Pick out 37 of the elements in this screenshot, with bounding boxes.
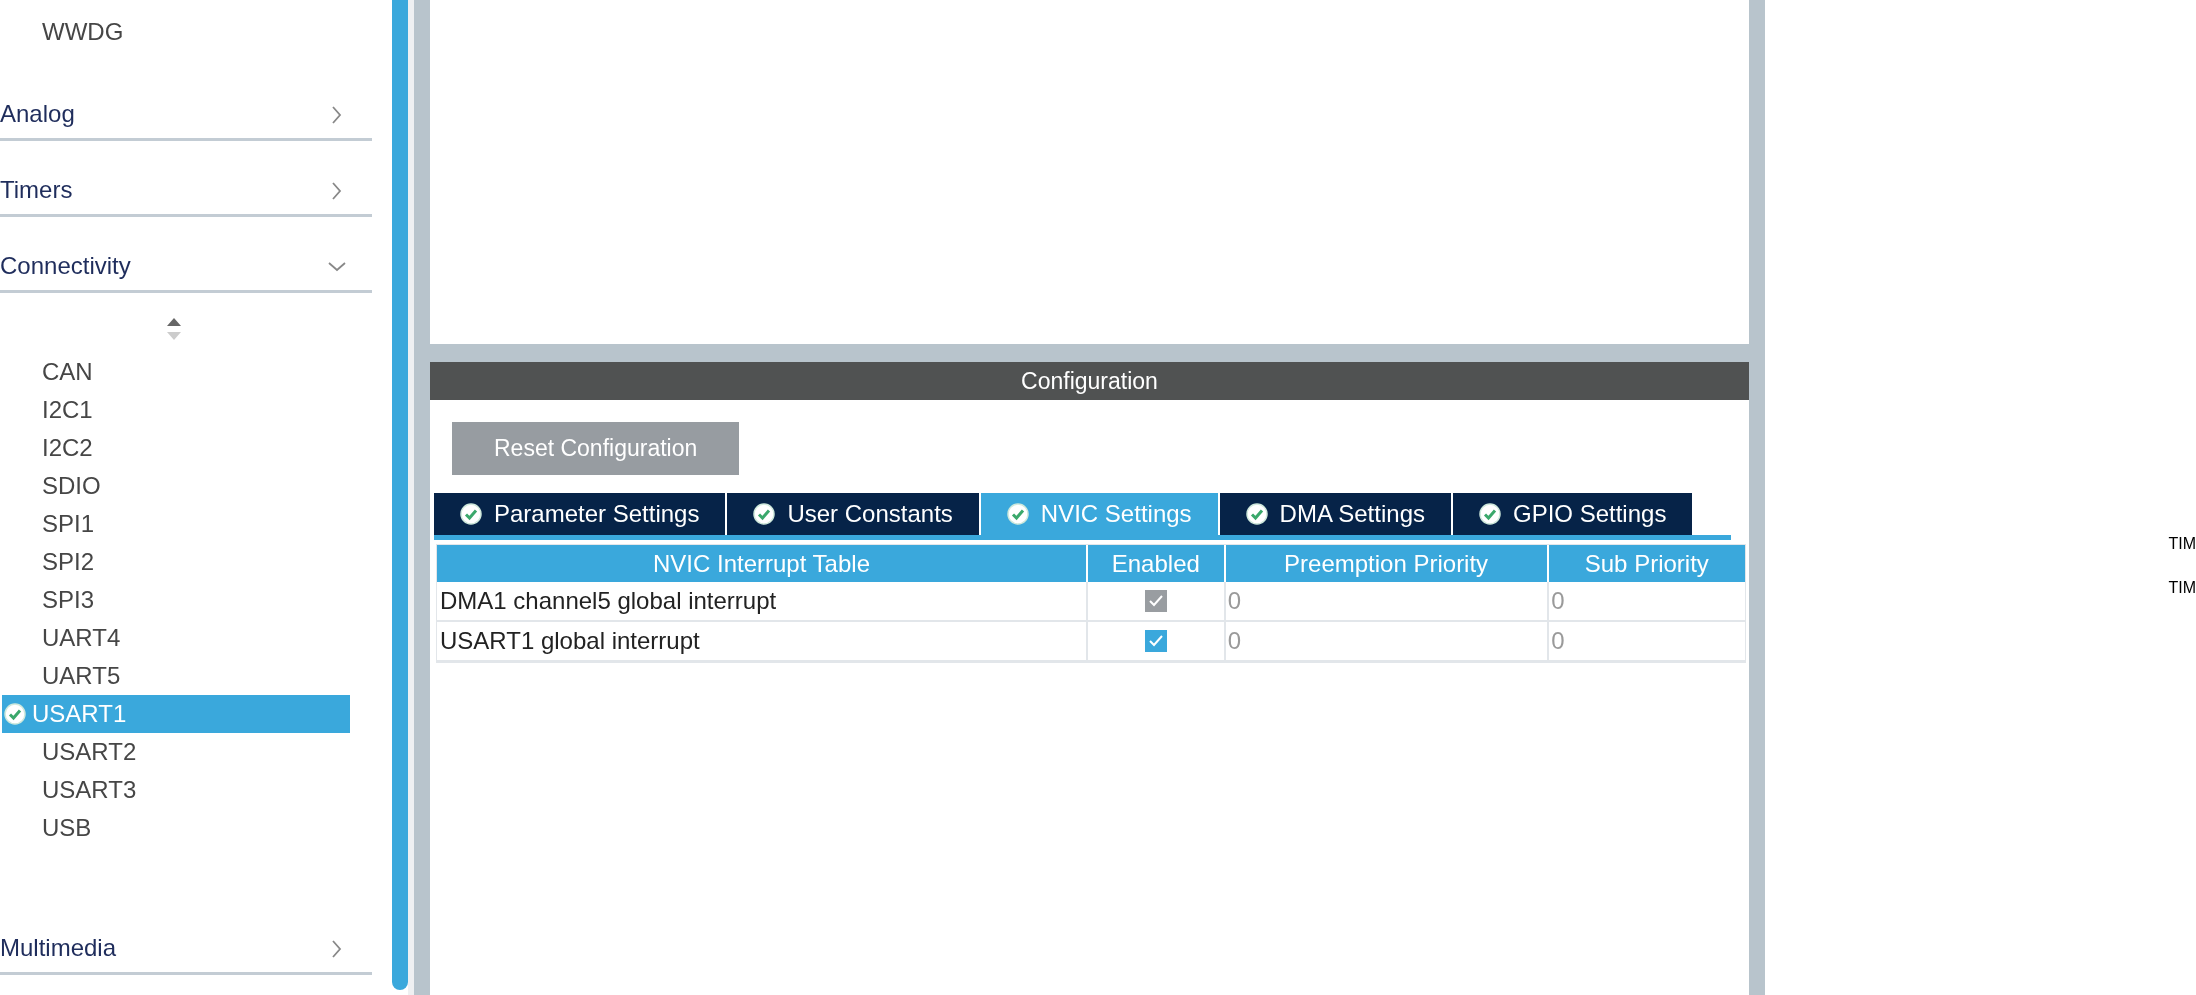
sidebar-item[interactable]: CAN [2,353,350,391]
tab[interactable]: GPIO Settings [1453,493,1693,535]
sidebar-item[interactable]: USART3 [2,771,350,809]
category-header[interactable]: Multimedia [0,917,372,975]
table-cell: 0 [1225,582,1550,620]
checkbox[interactable] [1144,630,1167,652]
category-header[interactable]: Timers [0,159,372,217]
table-cell: 0 [1225,622,1550,660]
table-cell-text: 0 [1550,626,1566,656]
column-header: Preemption Priority [1225,545,1547,582]
panel-title: Configuration [430,362,1749,400]
table-cell: USART1 global interrupt [437,622,1088,660]
side-label: TIM [2168,534,2196,554]
table-cell: DMA1 channel5 global interrupt [437,582,1088,620]
sidebar-item[interactable]: I2C2 [2,429,350,467]
sidebar-item[interactable]: UART4 [2,619,350,657]
tab[interactable]: DMA Settings [1219,493,1451,535]
category-header[interactable]: Analog [0,83,372,141]
scrollbar-thumb[interactable] [392,0,408,990]
category-header[interactable]: Connectivity [0,235,372,293]
side-label: TIM [2168,578,2196,598]
column-header: NVIC Interrupt Table [437,545,1086,582]
column-header: Enabled [1088,545,1224,582]
sidebar-item[interactable]: SDIO [2,467,350,505]
tab[interactable]: Parameter Settings [434,493,726,535]
tab[interactable]: User Constants [727,493,979,535]
sidebar-item[interactable]: SPI3 [2,581,350,619]
sidebar-item[interactable]: WWDG [0,14,372,50]
sidebar-item[interactable]: SPI2 [2,543,350,581]
column-header: Sub Priority [1548,545,1745,582]
table-cell-text: 0 [1550,586,1566,616]
sidebar-item[interactable]: USB [2,809,350,847]
sidebar-item[interactable]: SPI1 [2,505,350,543]
sidebar-item[interactable]: UART5 [2,657,350,695]
sidebar-item[interactable]: USART2 [2,733,350,771]
sidebar-item[interactable]: I2C1 [2,391,350,429]
sort-arrows-icon[interactable] [165,317,183,341]
